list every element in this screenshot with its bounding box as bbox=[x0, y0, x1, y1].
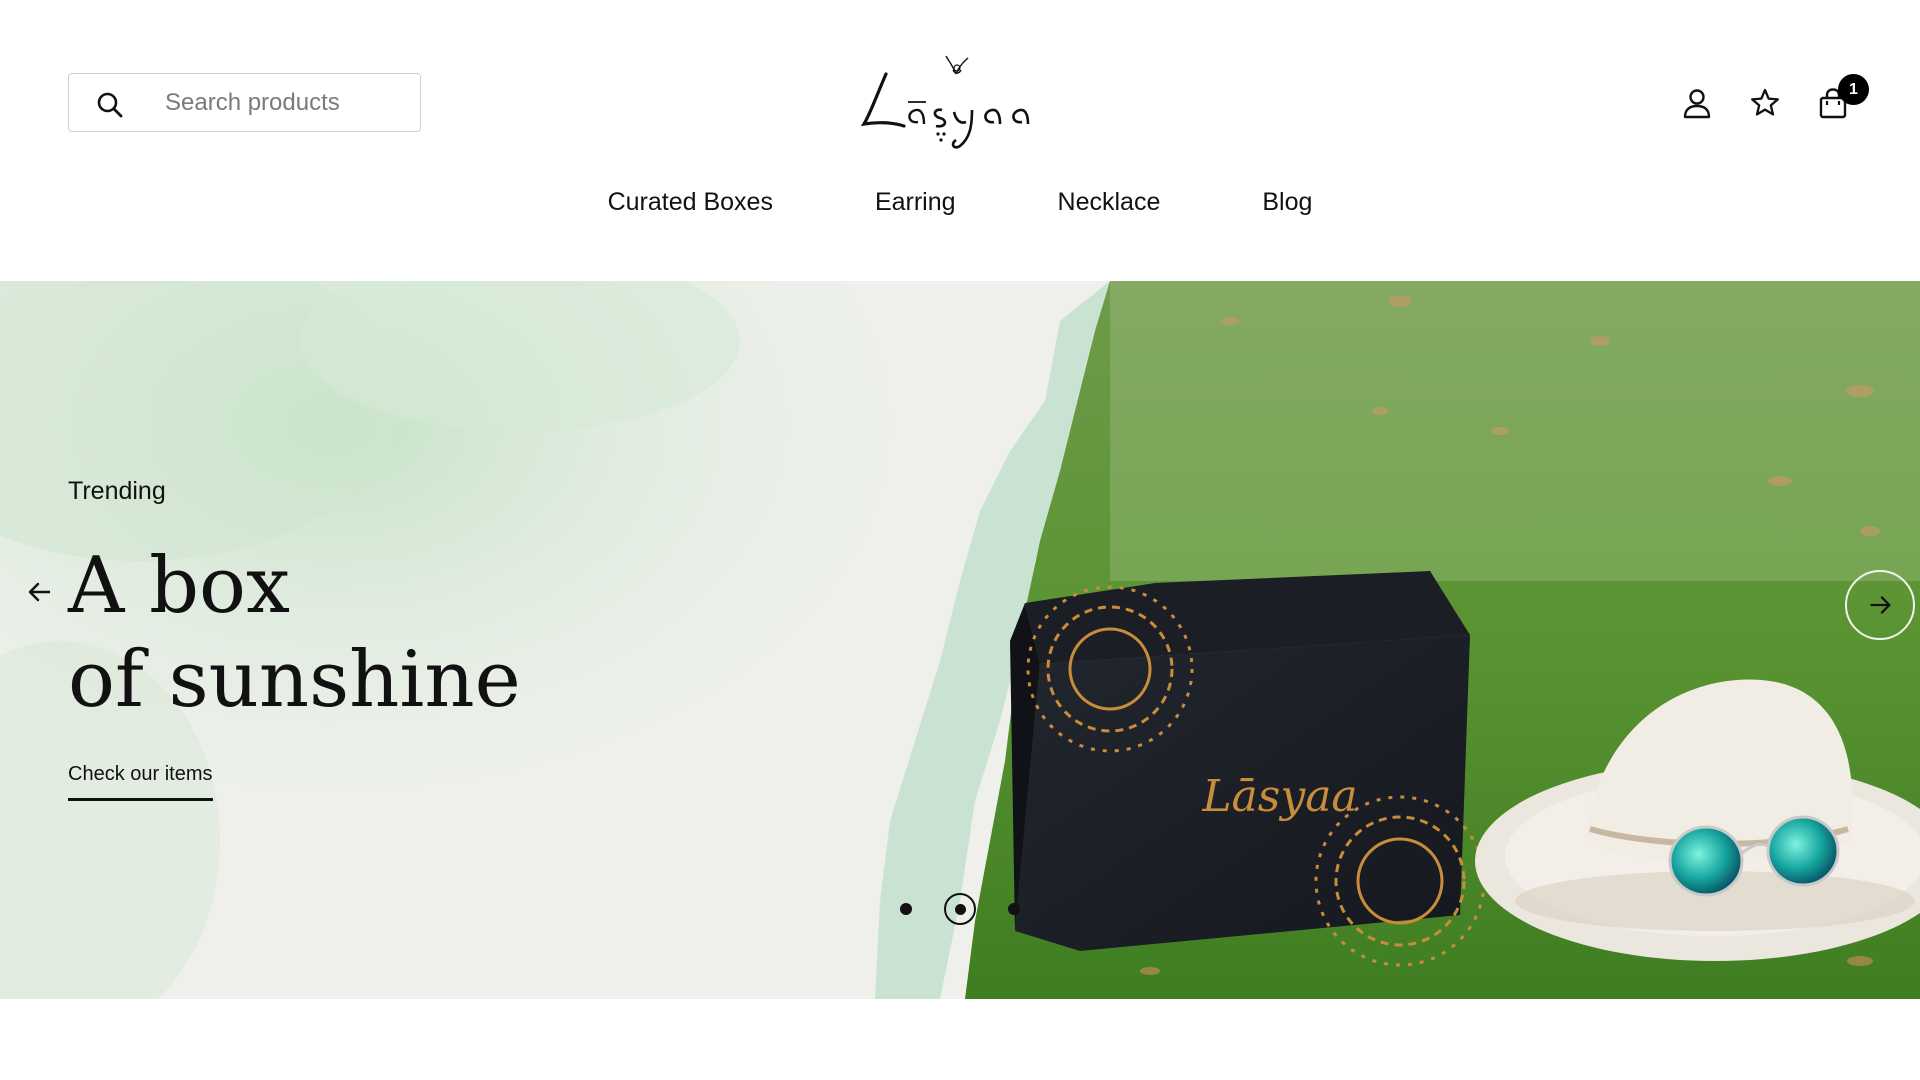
star-icon[interactable] bbox=[1748, 86, 1782, 120]
arrow-left-icon[interactable] bbox=[18, 570, 62, 614]
hero-subtitle: Trending bbox=[68, 477, 166, 505]
slider-dot-3[interactable] bbox=[1008, 903, 1020, 915]
search-box[interactable] bbox=[68, 73, 421, 132]
slider-dot-2-active[interactable] bbox=[944, 893, 976, 925]
svg-text:Lāsyaa: Lāsyaa bbox=[1201, 771, 1357, 822]
cart-count-badge: 1 bbox=[1838, 74, 1869, 105]
arrow-right-icon[interactable] bbox=[1845, 570, 1915, 640]
nav-item-blog[interactable]: Blog bbox=[1211, 188, 1363, 217]
nav-item-necklace[interactable]: Necklace bbox=[1007, 188, 1212, 217]
header-utilities: 1 bbox=[1680, 74, 1869, 128]
search-icon[interactable] bbox=[95, 90, 125, 120]
brand-logo[interactable] bbox=[856, 52, 1066, 152]
hero-title: A box of sunshine bbox=[68, 539, 521, 727]
check-items-link[interactable]: Check our items bbox=[68, 763, 213, 801]
hero-title-line-2: of sunshine bbox=[68, 635, 521, 725]
nav-item-earring[interactable]: Earring bbox=[824, 188, 1007, 217]
slider-dot-1[interactable] bbox=[900, 903, 912, 915]
shopping-bag-icon[interactable]: 1 bbox=[1816, 74, 1869, 120]
search-input[interactable] bbox=[165, 82, 410, 124]
hero-slider: Lāsyaa Trending A box of sunshine Check … bbox=[0, 281, 1920, 999]
user-icon[interactable] bbox=[1680, 86, 1714, 120]
hero-title-line-1: A box bbox=[68, 541, 291, 631]
site-header: 1 Curated Boxes Earring Necklace Blog bbox=[0, 0, 1920, 281]
main-nav: Curated Boxes Earring Necklace Blog bbox=[0, 188, 1920, 217]
slider-dots bbox=[900, 893, 1020, 925]
nav-item-curated-boxes[interactable]: Curated Boxes bbox=[557, 188, 824, 217]
